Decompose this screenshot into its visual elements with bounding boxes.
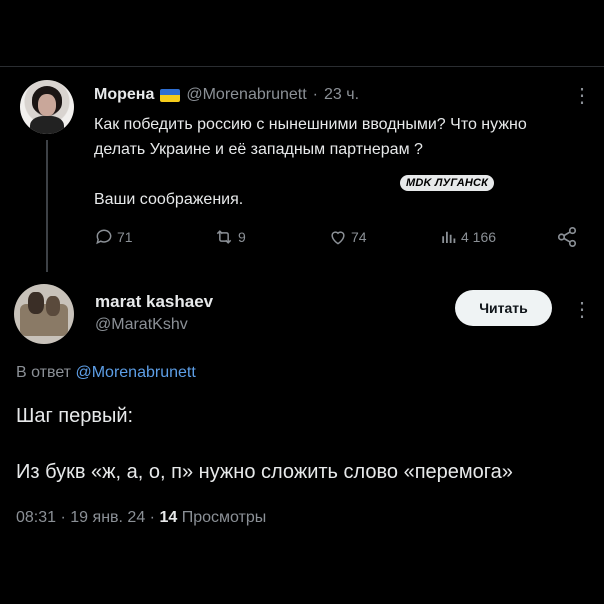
- separator-dot: ·: [312, 86, 318, 103]
- repost-button[interactable]: 9: [213, 226, 246, 248]
- reply-button[interactable]: 71: [94, 226, 133, 248]
- views-count: 14: [159, 509, 178, 526]
- thread-line: [46, 140, 48, 272]
- share-icon: [557, 227, 577, 247]
- avatar-marat[interactable]: [14, 284, 74, 344]
- reply-count: 71: [117, 229, 133, 245]
- ukraine-flag-icon: [160, 88, 181, 102]
- repost-icon: [216, 230, 232, 244]
- reply-mention-link[interactable]: @Morenabrunett: [75, 364, 195, 381]
- reply-to-line: В ответ @Morenabrunett: [16, 364, 196, 382]
- more-icon[interactable]: ⋮: [572, 84, 592, 108]
- tweet-paragraph: Шаг первый:: [16, 405, 134, 427]
- author-name[interactable]: Морена: [94, 86, 154, 104]
- follow-button[interactable]: Читать: [455, 290, 552, 326]
- views-button[interactable]: 4 166: [440, 226, 496, 248]
- tweet-time[interactable]: 08:31: [16, 509, 56, 526]
- share-button[interactable]: [556, 226, 578, 248]
- tweet-time[interactable]: 23 ч.: [324, 86, 359, 104]
- repost-count: 9: [238, 229, 246, 245]
- top-divider: [0, 66, 604, 67]
- watermark-label: MDK ЛУГАНСК: [400, 175, 495, 191]
- separator-dot: ·: [149, 509, 155, 526]
- heart-icon: [331, 231, 345, 245]
- parent-tweet-text: Как победить россию с нынешними вводными…: [94, 116, 527, 208]
- more-icon[interactable]: ⋮: [572, 298, 592, 322]
- avatar-morena[interactable]: [20, 80, 74, 134]
- author-handle[interactable]: @Morenabrunett: [186, 86, 306, 104]
- reply-prefix: В ответ: [16, 364, 72, 381]
- parent-tweet-header: Морена @Morenabrunett · 23 ч.: [94, 84, 359, 106]
- tweet-paragraph: Из букв «ж, а, о, п» нужно сложить слово…: [16, 461, 513, 483]
- views-label: Просмотры: [181, 509, 267, 526]
- tweet-meta: 08:31 · 19 янв. 24 · 14 Просмотры: [16, 509, 266, 527]
- tweet-date[interactable]: 19 янв. 24: [70, 509, 145, 526]
- views-count: 4 166: [461, 229, 497, 245]
- author-handle[interactable]: @MaratKshv: [95, 316, 188, 334]
- author-name[interactable]: marat kashaev: [95, 292, 213, 312]
- like-count: 74: [351, 229, 367, 245]
- views-icon: [442, 231, 456, 243]
- separator-dot: ·: [60, 509, 66, 526]
- like-button[interactable]: 74: [328, 226, 367, 248]
- main-tweet-text: Шаг первый: Из букв «ж, а, о, п» нужно с…: [16, 402, 596, 486]
- reply-icon: [96, 229, 112, 245]
